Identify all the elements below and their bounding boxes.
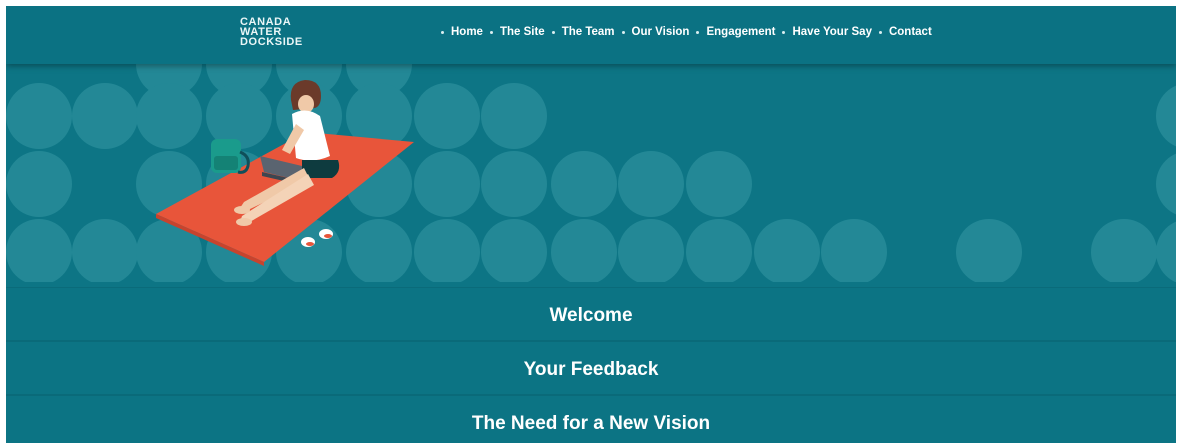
pattern-circle bbox=[481, 83, 547, 149]
pattern-circle bbox=[1156, 153, 1176, 215]
section-welcome[interactable]: Welcome bbox=[6, 287, 1176, 342]
main-nav: Home The Site The Team Our Vision Engage… bbox=[434, 26, 932, 38]
pattern-circle bbox=[618, 219, 684, 282]
nav-item-engagement[interactable]: Engagement bbox=[706, 26, 775, 38]
pattern-circle bbox=[6, 151, 72, 217]
pattern-circle bbox=[414, 219, 480, 282]
nav-bullet-icon bbox=[621, 30, 625, 34]
nav-item-home[interactable]: Home bbox=[451, 26, 483, 38]
section-title: Welcome bbox=[549, 305, 633, 326]
pattern-circle bbox=[6, 219, 72, 282]
pattern-circle bbox=[136, 83, 202, 149]
section-title: The Need for a New Vision bbox=[471, 413, 711, 434]
circle-pattern bbox=[6, 64, 1176, 282]
pattern-circle bbox=[414, 83, 480, 149]
section-your-feedback[interactable]: Your Feedback bbox=[6, 340, 1176, 396]
pattern-circle bbox=[481, 151, 547, 217]
site-header: CANADA WATER DOCKSIDE Home The Site The … bbox=[6, 6, 1176, 64]
pattern-circle bbox=[686, 219, 752, 282]
pattern-circle bbox=[72, 83, 138, 149]
section-title: Your Feedback bbox=[523, 359, 659, 380]
hero-illustration bbox=[6, 64, 1176, 282]
nav-item-our-vision[interactable]: Our Vision bbox=[632, 26, 690, 38]
pattern-circle bbox=[346, 219, 412, 282]
pattern-circle bbox=[206, 83, 272, 149]
section-need-for-new-vision[interactable]: The Need for a New Vision bbox=[6, 394, 1176, 443]
nav-item-have-your-say[interactable]: Have Your Say bbox=[792, 26, 871, 38]
pattern-circle bbox=[481, 219, 547, 282]
pattern-circle bbox=[551, 151, 617, 217]
nav-bullet-icon bbox=[696, 30, 700, 34]
nav-bullet-icon bbox=[441, 30, 444, 34]
pattern-circle bbox=[956, 219, 1022, 282]
pattern-circle bbox=[551, 219, 617, 282]
pattern-circle bbox=[686, 151, 752, 217]
hero-banner bbox=[6, 64, 1176, 282]
pattern-circle bbox=[6, 83, 72, 149]
pattern-circle bbox=[1156, 221, 1176, 282]
pattern-circle bbox=[821, 219, 887, 282]
pattern-circle bbox=[414, 151, 480, 217]
nav-item-contact[interactable]: Contact bbox=[889, 26, 932, 38]
pattern-circle bbox=[72, 219, 138, 282]
nav-bullet-icon bbox=[782, 30, 786, 34]
nav-item-the-team[interactable]: The Team bbox=[562, 26, 615, 38]
pattern-circle bbox=[1156, 85, 1176, 147]
page: CANADA WATER DOCKSIDE Home The Site The … bbox=[6, 6, 1176, 443]
pattern-circle bbox=[1091, 219, 1157, 282]
nav-bullet-icon bbox=[489, 30, 493, 34]
pattern-circle bbox=[618, 151, 684, 217]
nav-bullet-icon bbox=[551, 30, 555, 34]
logo-line-3: DOCKSIDE bbox=[240, 36, 303, 48]
site-logo[interactable]: CANADA WATER DOCKSIDE bbox=[240, 17, 303, 48]
nav-bullet-icon bbox=[878, 30, 882, 34]
nav-item-the-site[interactable]: The Site bbox=[500, 26, 545, 38]
pattern-circle bbox=[754, 219, 820, 282]
